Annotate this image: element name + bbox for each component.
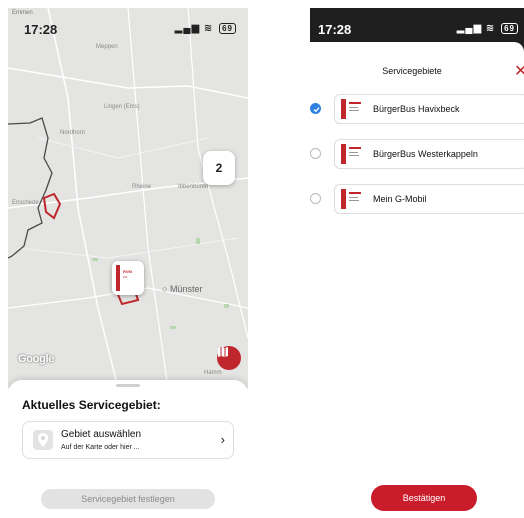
sheet-title: Aktuelles Servicegebiet: — [22, 398, 161, 412]
map-cluster-marker[interactable]: 2 — [203, 151, 235, 185]
option-label: Mein G-Mobil — [373, 194, 427, 204]
map-label-rheine: Rheine — [132, 184, 152, 190]
map-label-nordhorn: Nordhorn — [60, 130, 86, 136]
status-bar: 17:28 ▂▄▆ ≋ 69 — [8, 8, 248, 48]
map-icon — [218, 347, 228, 357]
option-card-g-mobil[interactable]: Mein G-Mobil — [334, 184, 524, 214]
select-area-title: Gebiet auswählen — [61, 429, 142, 440]
radio-option-havixbeck[interactable] — [310, 103, 321, 114]
service-areas-modal: Servicegebiete ✕ BürgerBus Havixbeck Bür… — [300, 42, 524, 518]
right-screen: 17:28 ▂▄▆ ≋ 69 Servicegebiete ✕ BürgerBu… — [300, 8, 524, 518]
service-area-marker[interactable]: RVM ••• — [112, 261, 144, 295]
status-time: 17:28 — [24, 22, 58, 37]
sheet-handle[interactable] — [116, 384, 140, 387]
option-card-westerkappeln[interactable]: BürgerBus Westerkappeln — [334, 139, 524, 169]
radio-option-westerkappeln[interactable] — [310, 148, 321, 159]
select-area-subtitle: Auf der Karte oder hier ... — [61, 444, 140, 451]
chevron-right-icon: › — [220, 432, 225, 447]
confirm-button[interactable]: Bestätigen — [371, 485, 477, 511]
status-icons: ▂▄▆ ≋ 69 — [457, 23, 518, 34]
map-label-emmen: Emmen — [12, 10, 33, 16]
close-icon[interactable]: ✕ — [514, 61, 524, 81]
rvm-logo-icon — [340, 98, 366, 120]
google-logo: Google — [18, 353, 55, 365]
option-card-havixbeck[interactable]: BürgerBus Havixbeck — [334, 94, 524, 124]
map-label-ibbenbueren: Ibbenbüren — [178, 184, 209, 190]
wifi-icon: ≋ — [485, 23, 496, 34]
option-label: BürgerBus Havixbeck — [373, 104, 460, 114]
signal-icon: ▂▄▆ — [174, 23, 201, 34]
map-label-muenster: ○ Münster — [162, 284, 203, 294]
map-view[interactable]: 17:28 ▂▄▆ ≋ 69 Emmen Meppen Lingen (Ems)… — [8, 8, 248, 388]
rvm-logo-icon — [340, 143, 366, 165]
map-canvas — [8, 8, 248, 388]
map-label-meppen: Meppen — [96, 44, 118, 50]
select-area-row[interactable]: Gebiet auswählen Auf der Karte oder hier… — [22, 421, 234, 459]
rvm-logo-icon — [340, 188, 366, 210]
map-label-lingen: Lingen (Ems) — [104, 104, 140, 110]
set-service-area-button[interactable]: Servicegebiet festlegen — [41, 489, 215, 509]
status-time: 17:28 — [318, 22, 352, 37]
map-layers-button[interactable] — [217, 346, 241, 370]
map-label-enschede: Enschede — [12, 200, 39, 206]
left-screen: 17:28 ▂▄▆ ≋ 69 Emmen Meppen Lingen (Ems)… — [8, 8, 248, 518]
check-icon — [313, 107, 320, 113]
battery-icon: 69 — [219, 23, 236, 34]
battery-icon: 69 — [501, 23, 518, 34]
signal-icon: ▂▄▆ — [456, 23, 483, 34]
wifi-icon: ≋ — [203, 23, 214, 34]
map-label-muenster-text: Münster — [169, 284, 203, 294]
option-label: BürgerBus Westerkappeln — [373, 149, 478, 159]
modal-title: Servicegebiete — [382, 66, 442, 76]
status-icons: ▂▄▆ ≋ 69 — [175, 23, 236, 34]
radio-option-g-mobil[interactable] — [310, 193, 321, 204]
service-logo-icon: RVM ••• — [116, 265, 140, 291]
location-pin-icon — [33, 430, 53, 450]
map-label-hamm: Hamm — [204, 370, 222, 376]
bottom-sheet: Aktuelles Servicegebiet: Gebiet auswähle… — [8, 380, 248, 518]
